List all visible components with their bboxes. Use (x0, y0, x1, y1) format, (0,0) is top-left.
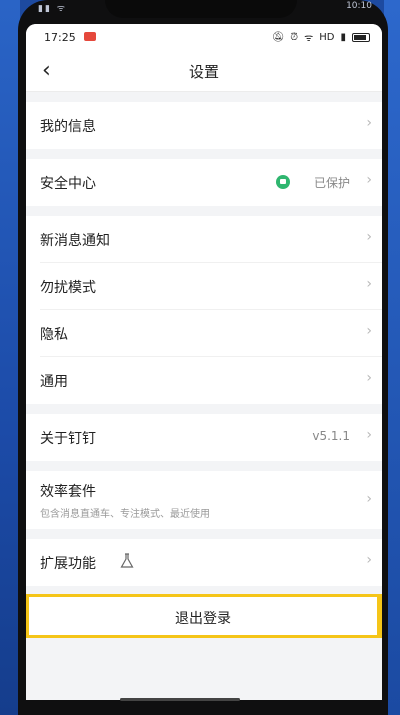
notification-badge-icon (84, 32, 96, 41)
shield-icon (276, 175, 290, 189)
settings-item-label: 我的信息 (40, 119, 96, 135)
status-clock: 17:25 (44, 31, 76, 44)
settings-item-label: 勿扰模式 (40, 280, 96, 296)
settings-item-general[interactable]: 通用 › (40, 357, 382, 404)
settings-item-do-not-disturb[interactable]: 勿扰模式 › (40, 263, 382, 310)
background-left (0, 0, 20, 715)
settings-item-efficiency-suite[interactable]: 效率套件 包含消息直通车、专注模式、最近使用 › (40, 471, 382, 529)
settings-item-my-info[interactable]: 我的信息 › (40, 102, 382, 149)
wifi-icon: ᯤ (304, 33, 314, 44)
settings-item-label: 新消息通知 (40, 233, 110, 249)
network-label: HD (319, 31, 335, 43)
chevron-right-icon: › (366, 370, 372, 386)
chevron-right-icon: › (366, 172, 372, 188)
mute-icon: 🔕︎ (271, 31, 285, 43)
outer-status-bar: ▮▮ ᯤ 10:10 (28, 0, 382, 16)
security-status: 已保护 (313, 176, 350, 190)
chevron-right-icon: › (366, 276, 372, 292)
settings-item-security[interactable]: 安全中心 已保护 › (40, 159, 382, 206)
group-about: 关于钉钉 v5.1.1 › (26, 414, 382, 461)
settings-item-label: 效率套件 (40, 484, 96, 500)
logout-button[interactable]: 退出登录 (26, 594, 382, 638)
settings-item-extensions[interactable]: 扩展功能 › (40, 539, 382, 586)
settings-item-privacy[interactable]: 隐私 › (40, 310, 382, 357)
nav-bar: ‹ 设置 (26, 50, 382, 92)
chevron-right-icon: › (366, 115, 372, 131)
group-profile: 我的信息 › (26, 102, 382, 149)
chevron-right-icon: › (366, 323, 372, 339)
settings-item-label: 隐私 (40, 327, 68, 343)
settings-screen: 17:25 🔕︎ ⏰︎ ᯤ HD ▮ ‹ 设置 我的信息 › 安全中心 已保护 … (26, 24, 382, 700)
chevron-right-icon: › (366, 491, 372, 507)
signal-icon: ▮ (340, 31, 346, 43)
settings-item-label: 扩展功能 (40, 556, 96, 572)
home-indicator[interactable] (120, 698, 240, 701)
group-general: 新消息通知 › 勿扰模式 › 隐私 › 通用 › (26, 216, 382, 404)
version-label: v5.1.1 (312, 429, 350, 443)
group-security: 安全中心 已保护 › (26, 159, 382, 206)
settings-item-label: 通用 (40, 374, 68, 390)
page-title: 设置 (188, 63, 219, 81)
group-extensions: 扩展功能 › (26, 539, 382, 586)
settings-item-subtitle: 包含消息直通车、专注模式、最近使用 (40, 509, 210, 520)
alarm-icon: ⏰︎ (290, 31, 299, 43)
outer-time: 10:10 (346, 1, 372, 11)
battery-icon (352, 32, 370, 42)
chevron-right-icon: › (366, 229, 372, 245)
settings-item-notifications[interactable]: 新消息通知 › (40, 216, 382, 263)
outer-signal: ▮▮ ᯤ (38, 4, 67, 14)
chevron-right-icon: › (366, 552, 372, 568)
settings-item-label: 关于钉钉 (40, 431, 96, 447)
settings-item-about[interactable]: 关于钉钉 v5.1.1 › (40, 414, 382, 461)
status-icons: 🔕︎ ⏰︎ ᯤ HD ▮ (272, 30, 370, 44)
status-bar: 17:25 🔕︎ ⏰︎ ᯤ HD ▮ (26, 24, 382, 50)
flask-icon (120, 553, 134, 568)
group-efficiency: 效率套件 包含消息直通车、专注模式、最近使用 › (26, 471, 382, 529)
chevron-right-icon: › (366, 427, 372, 443)
logout-label: 退出登录 (175, 611, 231, 627)
settings-item-label: 安全中心 (40, 176, 96, 192)
